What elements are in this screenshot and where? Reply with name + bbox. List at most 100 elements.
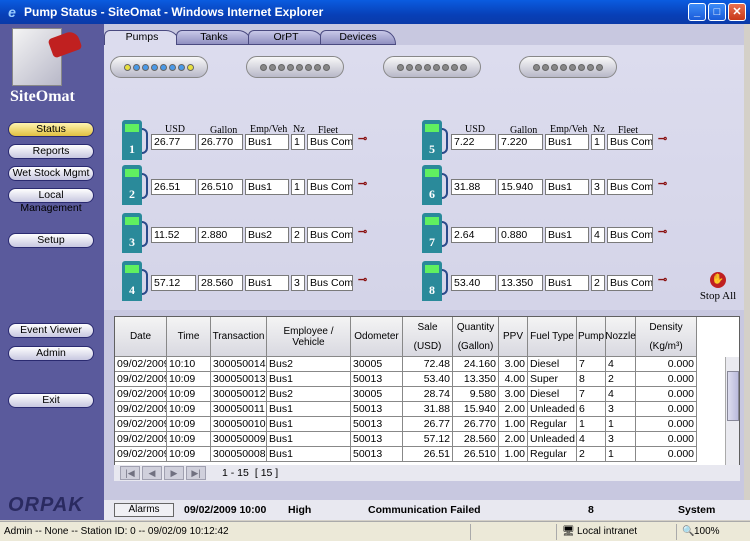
table-cell: 4 xyxy=(577,432,606,447)
tab-devices[interactable]: Devices xyxy=(320,30,396,45)
pump-2-icon[interactable]: 2 xyxy=(122,165,148,205)
close-button[interactable]: ✕ xyxy=(728,3,746,21)
pump-4-icon[interactable]: 4 xyxy=(122,261,148,301)
stop-all-button[interactable]: ✋ Stop All xyxy=(696,272,740,302)
table-row[interactable]: 09/02/2009 10:09 300050010 Bus1 50013 26.77 26… xyxy=(115,417,697,432)
table-cell: 50013 xyxy=(351,372,403,387)
first-page-button[interactable]: |◀ xyxy=(120,466,140,480)
nav-admin-button[interactable]: Admin xyxy=(8,346,94,361)
table-cell: 1 xyxy=(606,417,636,432)
table-cell: 0.000 xyxy=(636,447,697,462)
nav-status-button[interactable]: Status xyxy=(8,122,94,137)
page-range: 1 - 15 xyxy=(222,467,249,479)
pump-5-usd-field: 7.22 xyxy=(451,134,496,150)
table-row[interactable]: 09/02/2009 10:09 300050008 Bus1 50013 26.51 26… xyxy=(115,447,697,462)
alarm-source: System xyxy=(678,504,716,516)
nav-exit-button[interactable]: Exit xyxy=(8,393,94,408)
table-cell: Super xyxy=(528,372,577,387)
pump-5-icon[interactable]: 5 xyxy=(422,120,448,160)
scroll-thumb[interactable] xyxy=(727,371,739,421)
ie-zoom[interactable]: 100% xyxy=(694,526,720,537)
col-quantity[interactable]: Quantity (Gallon) xyxy=(453,317,499,357)
minimize-button[interactable]: _ xyxy=(688,3,706,21)
pump-6-icon[interactable]: 6 xyxy=(422,165,448,205)
col-date[interactable]: Date xyxy=(115,317,167,357)
table-cell: 10:09 xyxy=(167,372,211,387)
nav-reports-button[interactable]: Reports xyxy=(8,144,94,159)
col-odometer[interactable]: Odometer xyxy=(351,317,403,357)
table-cell: 300050010 xyxy=(211,417,267,432)
col-ppv[interactable]: PPV xyxy=(499,317,528,357)
table-cell: 0.000 xyxy=(636,417,697,432)
col-sale[interactable]: Sale (USD) xyxy=(403,317,453,357)
table-row[interactable]: 09/02/2009 10:10 300050014 Bus2 30005 72.48 24… xyxy=(115,357,697,372)
pump-group-1-indicator[interactable] xyxy=(110,56,208,78)
table-cell: 24.160 xyxy=(453,357,499,372)
nav-local-management-button[interactable]: Local Management xyxy=(8,188,94,214)
maximize-button[interactable]: □ xyxy=(708,3,726,21)
nav-wet-stock-button[interactable]: Wet Stock Mgmt xyxy=(8,166,94,181)
next-page-button[interactable]: ▶ xyxy=(164,466,184,480)
alarm-level: High xyxy=(288,504,312,516)
prev-page-button[interactable]: ◀ xyxy=(142,466,162,480)
tab-pumps[interactable]: Pumps xyxy=(104,30,180,46)
nozzle-1-icon: ⊸ xyxy=(358,133,368,145)
last-page-button[interactable]: ▶| xyxy=(186,466,206,480)
pump-1-usd-field: 26.77 xyxy=(151,134,196,150)
nav-setup-button[interactable]: Setup xyxy=(8,233,94,248)
table-cell: 10:09 xyxy=(167,447,211,462)
alarms-button[interactable]: Alarms xyxy=(114,503,174,517)
col-nozzle[interactable]: Nozzle xyxy=(605,317,636,357)
pump-3-emp-field: Bus2 xyxy=(245,227,289,243)
table-cell: Regular xyxy=(528,447,577,462)
table-cell: 2.00 xyxy=(499,402,528,417)
pump-4-nz-field: 3 xyxy=(291,275,305,291)
col-density[interactable]: Density (Kg/m³) xyxy=(636,317,697,357)
col-time[interactable]: Time xyxy=(167,317,211,357)
table-row[interactable]: 09/02/2009 10:09 300050012 Bus2 30005 28.74 9.… xyxy=(115,387,697,402)
col-fuel-type[interactable]: Fuel Type xyxy=(528,317,577,357)
pump-8-nz-field: 2 xyxy=(591,275,605,291)
pump-5-fleet-field: Bus Comp xyxy=(607,134,653,150)
pump-7-icon[interactable]: 7 xyxy=(422,213,448,253)
table-row[interactable]: 09/02/2009 10:09 300050011 Bus1 50013 31.88 15… xyxy=(115,402,697,417)
table-cell: 0.000 xyxy=(636,402,697,417)
table-cell: 300050013 xyxy=(211,372,267,387)
col-transaction[interactable]: Transaction xyxy=(211,317,267,357)
table-cell: 1 xyxy=(606,447,636,462)
pump-4-usd-field: 57.12 xyxy=(151,275,196,291)
pump-6-usd-field: 31.88 xyxy=(451,179,496,195)
pump-1-nz-field: 1 xyxy=(291,134,305,150)
pump-1-icon[interactable]: 1 xyxy=(122,120,148,160)
table-cell: 15.940 xyxy=(453,402,499,417)
pump-1-fleet-field: Bus Comp xyxy=(307,134,353,150)
nav-event-viewer-button[interactable]: Event Viewer xyxy=(8,323,94,338)
table-cell: 9.580 xyxy=(453,387,499,402)
siteomat-logo: SiteOmat xyxy=(10,28,90,114)
tab-orpt[interactable]: OrPT xyxy=(248,30,324,45)
pump-3-icon[interactable]: 3 xyxy=(122,213,148,253)
col-employee-vehicle[interactable]: Employee / Vehicle xyxy=(267,317,351,357)
table-cell: 28.74 xyxy=(403,387,453,402)
zoom-icon[interactable]: 🔍 xyxy=(682,526,694,537)
pump-2-nz-field: 1 xyxy=(291,179,305,195)
table-cell: Bus1 xyxy=(267,402,351,417)
table-cell: 09/02/2009 xyxy=(115,372,167,387)
table-vertical-scrollbar[interactable] xyxy=(725,357,739,465)
table-cell: 4 xyxy=(606,387,636,402)
pump-3-usd-field: 11.52 xyxy=(151,227,196,243)
pump-group-2-indicator[interactable] xyxy=(246,56,344,78)
pump-group-4-indicator[interactable] xyxy=(519,56,617,78)
table-pager: |◀ ◀ ▶ ▶| 1 - 15 [ 15 ] xyxy=(114,465,740,481)
table-cell: 2 xyxy=(606,372,636,387)
pump-8-icon[interactable]: 8 xyxy=(422,261,448,301)
pump-group-3-indicator[interactable] xyxy=(383,56,481,78)
tab-tanks[interactable]: Tanks xyxy=(176,30,252,45)
table-cell: 300050014 xyxy=(211,357,267,372)
table-row[interactable]: 09/02/2009 10:09 300050013 Bus1 50013 53.40 13… xyxy=(115,372,697,387)
table-cell: Unleaded xyxy=(528,432,577,447)
col-pump[interactable]: Pump xyxy=(577,317,606,357)
pump-7-usd-field: 2.64 xyxy=(451,227,496,243)
table-row[interactable]: 09/02/2009 10:09 300050009 Bus1 50013 57.12 28… xyxy=(115,432,697,447)
table-cell: 7 xyxy=(577,387,606,402)
